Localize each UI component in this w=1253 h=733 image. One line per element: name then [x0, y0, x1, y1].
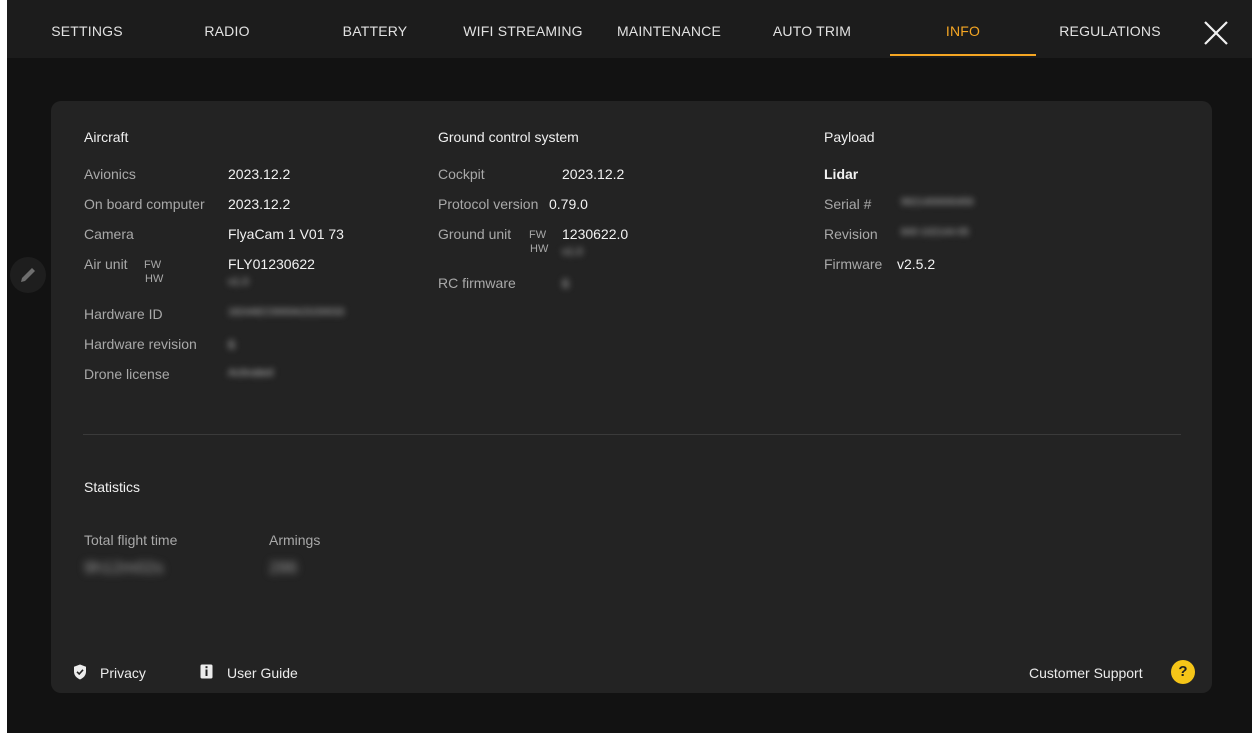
ground-unit-fw-label: FW [529, 229, 547, 241]
tab-wifi-streaming[interactable]: WIFI STREAMING [458, 0, 588, 58]
tab-info[interactable]: INFO [890, 0, 1036, 58]
ground-unit-fw-value: 1230622.0 [562, 226, 629, 242]
tab-settings[interactable]: SETTINGS [47, 0, 127, 58]
tab-regulations[interactable]: REGULATIONS [1056, 0, 1164, 58]
avionics-value: 2023.12.2 [228, 166, 291, 182]
ground-unit-label: Ground unit [438, 226, 512, 242]
obc-label: On board computer [84, 196, 205, 212]
rc-firmware-label: RC firmware [438, 275, 516, 291]
firmware-label: Firmware [824, 256, 883, 272]
cockpit-value: 2023.12.2 [562, 166, 625, 182]
ground-unit-hw-label: HW [530, 243, 549, 255]
question-icon[interactable]: ? [1171, 660, 1195, 684]
protocol-label: Protocol version [438, 196, 539, 212]
info-panel: Aircraft Avionics 2023.12.2 On board com… [51, 101, 1212, 693]
tab-maintenance[interactable]: MAINTENANCE [613, 0, 725, 58]
serial-value: 9921400000459 [901, 197, 974, 208]
user-guide-link[interactable]: User Guide [200, 661, 310, 685]
camera-value: FlyaCam 1 V01 73 [228, 226, 344, 242]
air-unit-fw-label: FW [144, 259, 162, 271]
camera-label: Camera [84, 226, 134, 242]
aircraft-title: Aircraft [84, 129, 129, 145]
privacy-label: Privacy [100, 665, 146, 681]
cockpit-label: Cockpit [438, 166, 485, 182]
revision-value: 840-102144-05 [901, 227, 969, 238]
flight-time-label: Total flight time [84, 532, 178, 548]
hardware-revision-label: Hardware revision [84, 336, 197, 352]
payload-title: Payload [824, 129, 875, 145]
privacy-link[interactable]: Privacy [73, 661, 173, 685]
obc-value: 2023.12.2 [228, 196, 291, 212]
tab-radio[interactable]: RADIO [192, 0, 262, 58]
payload-name: Lidar [824, 166, 859, 182]
serial-label: Serial # [824, 196, 872, 212]
avionics-label: Avionics [84, 166, 136, 182]
pencil-icon [21, 268, 35, 282]
flight-time-value: 9h12m02s [84, 558, 164, 577]
armings-label: Armings [269, 532, 321, 548]
user-guide-label: User Guide [227, 665, 298, 681]
armings-value: 286 [269, 558, 298, 577]
app-window: SETTINGS RADIO BATTERY WIFI STREAMING MA… [7, 0, 1252, 733]
air-unit-label: Air unit [84, 256, 128, 272]
tab-battery[interactable]: BATTERY [335, 0, 415, 58]
drone-license-value: Activated [228, 367, 274, 379]
edit-button[interactable] [10, 257, 46, 293]
info-book-icon [200, 664, 213, 679]
customer-support-link[interactable]: Customer Support [1029, 665, 1143, 681]
ground-unit-hw-value: v1.0 [562, 246, 583, 258]
air-unit-hw-label: HW [145, 273, 164, 285]
air-unit-hw-value: v1.0 [228, 276, 249, 288]
ground-title: Ground control system [438, 129, 579, 145]
close-icon[interactable] [1202, 19, 1230, 47]
revision-label: Revision [824, 226, 878, 242]
hardware-revision-value: 6 [228, 337, 236, 352]
air-unit-fw-value: FLY01230622 [228, 256, 315, 272]
hardware-id-value: 1824AEC0000A23150033 [228, 307, 345, 318]
tab-auto-trim[interactable]: AUTO TRIM [768, 0, 856, 58]
hardware-id-label: Hardware ID [84, 306, 163, 322]
section-divider [83, 434, 1181, 435]
tab-bar: SETTINGS RADIO BATTERY WIFI STREAMING MA… [7, 0, 1252, 58]
statistics-title: Statistics [84, 479, 141, 495]
shield-icon [74, 664, 86, 680]
protocol-value: 0.79.0 [549, 196, 588, 212]
drone-license-label: Drone license [84, 366, 170, 382]
firmware-value: v2.5.2 [897, 256, 936, 272]
rc-firmware-value: 6 [562, 276, 570, 291]
